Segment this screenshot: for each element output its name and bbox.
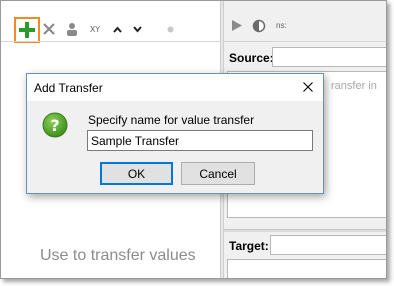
move-up-button[interactable] (111, 21, 123, 37)
question-icon: ? (42, 112, 68, 138)
status-dot (164, 21, 176, 37)
dialog-close-button[interactable] (299, 78, 317, 96)
xy-label[interactable]: XY (86, 21, 104, 37)
source-placeholder: ransfer in (331, 80, 377, 92)
details-toolbar: ns: (224, 13, 386, 41)
source-label: Source: (229, 51, 274, 65)
ns-label: ns: (276, 21, 287, 30)
add-transfer-button[interactable] (14, 17, 40, 43)
source-input[interactable] (272, 47, 386, 67)
cancel-button[interactable]: Cancel (181, 162, 255, 185)
target-input[interactable] (270, 235, 386, 255)
dialog-titlebar[interactable]: Add Transfer (27, 74, 323, 101)
target-splitter[interactable] (224, 229, 386, 232)
toggle-button[interactable] (252, 19, 266, 36)
target-editor[interactable] (227, 259, 386, 278)
play-icon (232, 20, 242, 31)
toolbar-divider (1, 41, 220, 42)
details-divider (224, 41, 386, 42)
delete-transfer-button[interactable] (42, 21, 56, 37)
svg-text:?: ? (50, 116, 59, 135)
chevron-up-icon (112, 25, 122, 33)
x-icon (43, 23, 55, 35)
run-button[interactable] (231, 19, 243, 35)
transfer-name-input[interactable] (87, 130, 313, 151)
dot-icon (167, 26, 173, 32)
user-button[interactable] (65, 21, 79, 37)
transfers-toolbar: XY (1, 1, 220, 43)
dialog-body: ? Specify name for value transfer OK Can… (27, 101, 323, 193)
empty-hint: Use to transfer values (40, 247, 196, 264)
half-circle-icon (252, 19, 266, 33)
chevron-down-icon (132, 25, 142, 33)
dialog-prompt: Specify name for value transfer (88, 113, 255, 127)
target-label: Target: (229, 239, 269, 253)
close-icon (303, 82, 313, 92)
ok-button[interactable]: OK (100, 162, 173, 185)
person-icon (67, 23, 77, 36)
plus-icon (19, 22, 35, 38)
add-transfer-dialog: Add Transfer ? Specify name for value tr… (26, 73, 324, 194)
dialog-title: Add Transfer (34, 81, 103, 95)
move-down-button[interactable] (131, 21, 143, 37)
